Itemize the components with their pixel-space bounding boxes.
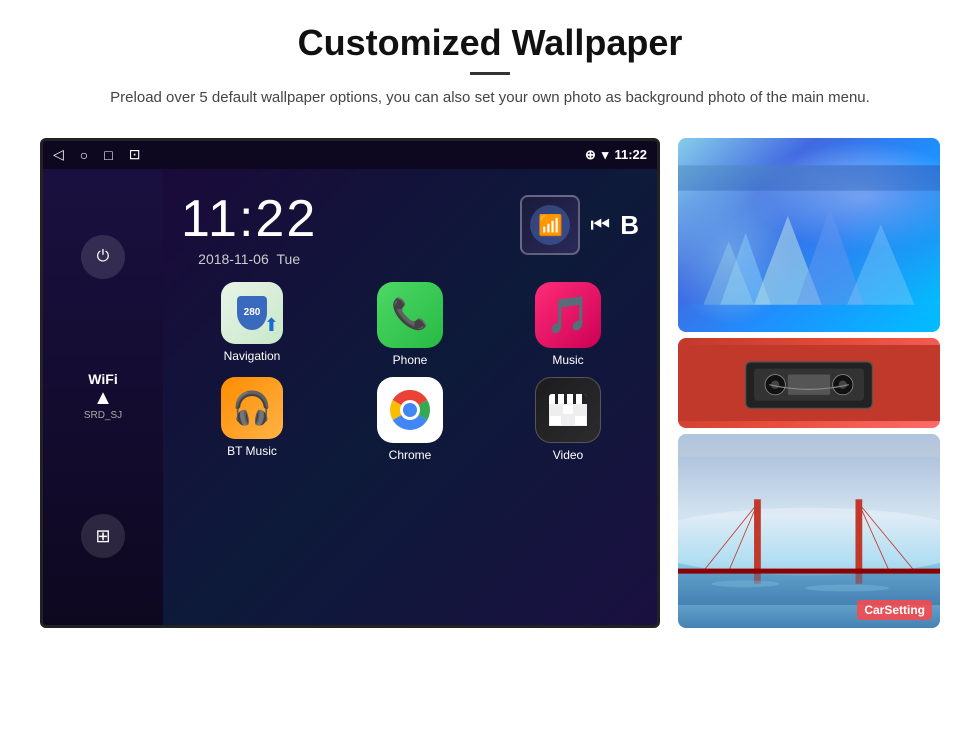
status-bar: ◁ ○ □ ⊡ ⊕ ▾ 11:22 <box>43 141 657 169</box>
wifi-ssid: SRD_SJ <box>84 410 122 421</box>
music-note-icon: 🎵 <box>546 294 591 336</box>
apps-icon: ⊞ <box>95 526 110 547</box>
screen-main: 11:22 2018-11-06 Tue 📶 ⏮ B <box>163 169 657 625</box>
wallpaper-ice[interactable] <box>678 138 940 332</box>
page-title: Customized Wallpaper <box>60 22 920 64</box>
clock-date: 2018-11-06 Tue <box>181 251 317 267</box>
app-navigation[interactable]: 280 ⬆ Navigation <box>178 282 326 367</box>
nav-arrow-icon: ⬆ <box>264 315 279 336</box>
music-icon: 🎵 <box>535 282 601 348</box>
back-icon: ◁ <box>53 146 64 163</box>
prev-track-button[interactable]: ⏮ <box>590 212 610 238</box>
status-bar-right: ⊕ ▾ 11:22 <box>585 147 647 163</box>
phone-icon: 📞 <box>377 282 443 348</box>
next-media-button[interactable]: B <box>620 210 639 241</box>
video-label: Video <box>553 448 583 462</box>
status-bar-left: ◁ ○ □ ⊡ <box>53 146 140 163</box>
nav-shield: 280 <box>237 296 267 330</box>
chrome-icon <box>377 377 443 443</box>
app-video[interactable]: Video <box>494 377 642 462</box>
video-icon <box>535 377 601 443</box>
power-button[interactable]: ⏻ <box>81 235 125 279</box>
navigation-icon: 280 ⬆ <box>221 282 283 344</box>
clock-time: 11:22 <box>181 189 317 249</box>
wifi-label: WiFi <box>84 371 122 387</box>
screen-sidebar: ⏻ WiFi ▲ SRD_SJ ⊞ <box>43 169 163 625</box>
wifi-widget: WiFi ▲ SRD_SJ <box>84 371 122 421</box>
app-bt-music[interactable]: 🎧 BT Music <box>178 377 326 462</box>
app-grid: 280 ⬆ Navigation 📞 Phone <box>173 282 647 462</box>
status-time: 11:22 <box>614 147 647 162</box>
android-screen: ◁ ○ □ ⊡ ⊕ ▾ 11:22 ⏻ WiFi ▲ SRD_SJ <box>40 138 660 628</box>
bt-music-label: BT Music <box>227 444 277 458</box>
clapperboard-icon <box>549 394 587 426</box>
app-chrome[interactable]: Chrome <box>336 377 484 462</box>
cassette-background <box>678 338 940 428</box>
location-icon: ⊕ <box>585 147 596 163</box>
bridge-background: CarSetting <box>678 434 940 628</box>
wifi-bars: ▲ <box>84 387 122 410</box>
screenshot-icon: ⊡ <box>129 146 141 163</box>
recents-icon: □ <box>104 147 112 163</box>
carsetting-badge: CarSetting <box>857 600 932 620</box>
app-music[interactable]: 🎵 Music <box>494 282 642 367</box>
power-icon: ⏻ <box>97 248 110 266</box>
page-header: Customized Wallpaper Preload over 5 defa… <box>0 0 980 120</box>
wallpaper-stack: CarSetting <box>678 138 940 628</box>
app-phone[interactable]: 📞 Phone <box>336 282 484 367</box>
bt-music-icon: 🎧 <box>221 377 283 439</box>
wallpaper-cassette[interactable] <box>678 338 940 428</box>
screen-body: ⏻ WiFi ▲ SRD_SJ ⊞ 11:22 <box>43 169 657 625</box>
clock-area: 11:22 2018-11-06 Tue <box>181 179 317 272</box>
chrome-label: Chrome <box>389 448 432 462</box>
music-label: Music <box>552 353 583 367</box>
navigation-label: Navigation <box>224 349 281 363</box>
page-subtitle: Preload over 5 default wallpaper options… <box>100 87 880 110</box>
home-icon: ○ <box>80 147 88 163</box>
wallpaper-bridge[interactable]: CarSetting <box>678 434 940 628</box>
apps-button[interactable]: ⊞ <box>81 514 125 558</box>
signal-icon: 📶 <box>530 205 570 245</box>
phone-label: Phone <box>393 353 428 367</box>
title-divider <box>470 72 510 75</box>
ice-background <box>678 138 940 332</box>
wifi-status-icon: ▾ <box>602 147 609 163</box>
media-app-icon: 📶 <box>520 195 580 255</box>
content-area: ◁ ○ □ ⊡ ⊕ ▾ 11:22 ⏻ WiFi ▲ SRD_SJ <box>0 120 980 630</box>
